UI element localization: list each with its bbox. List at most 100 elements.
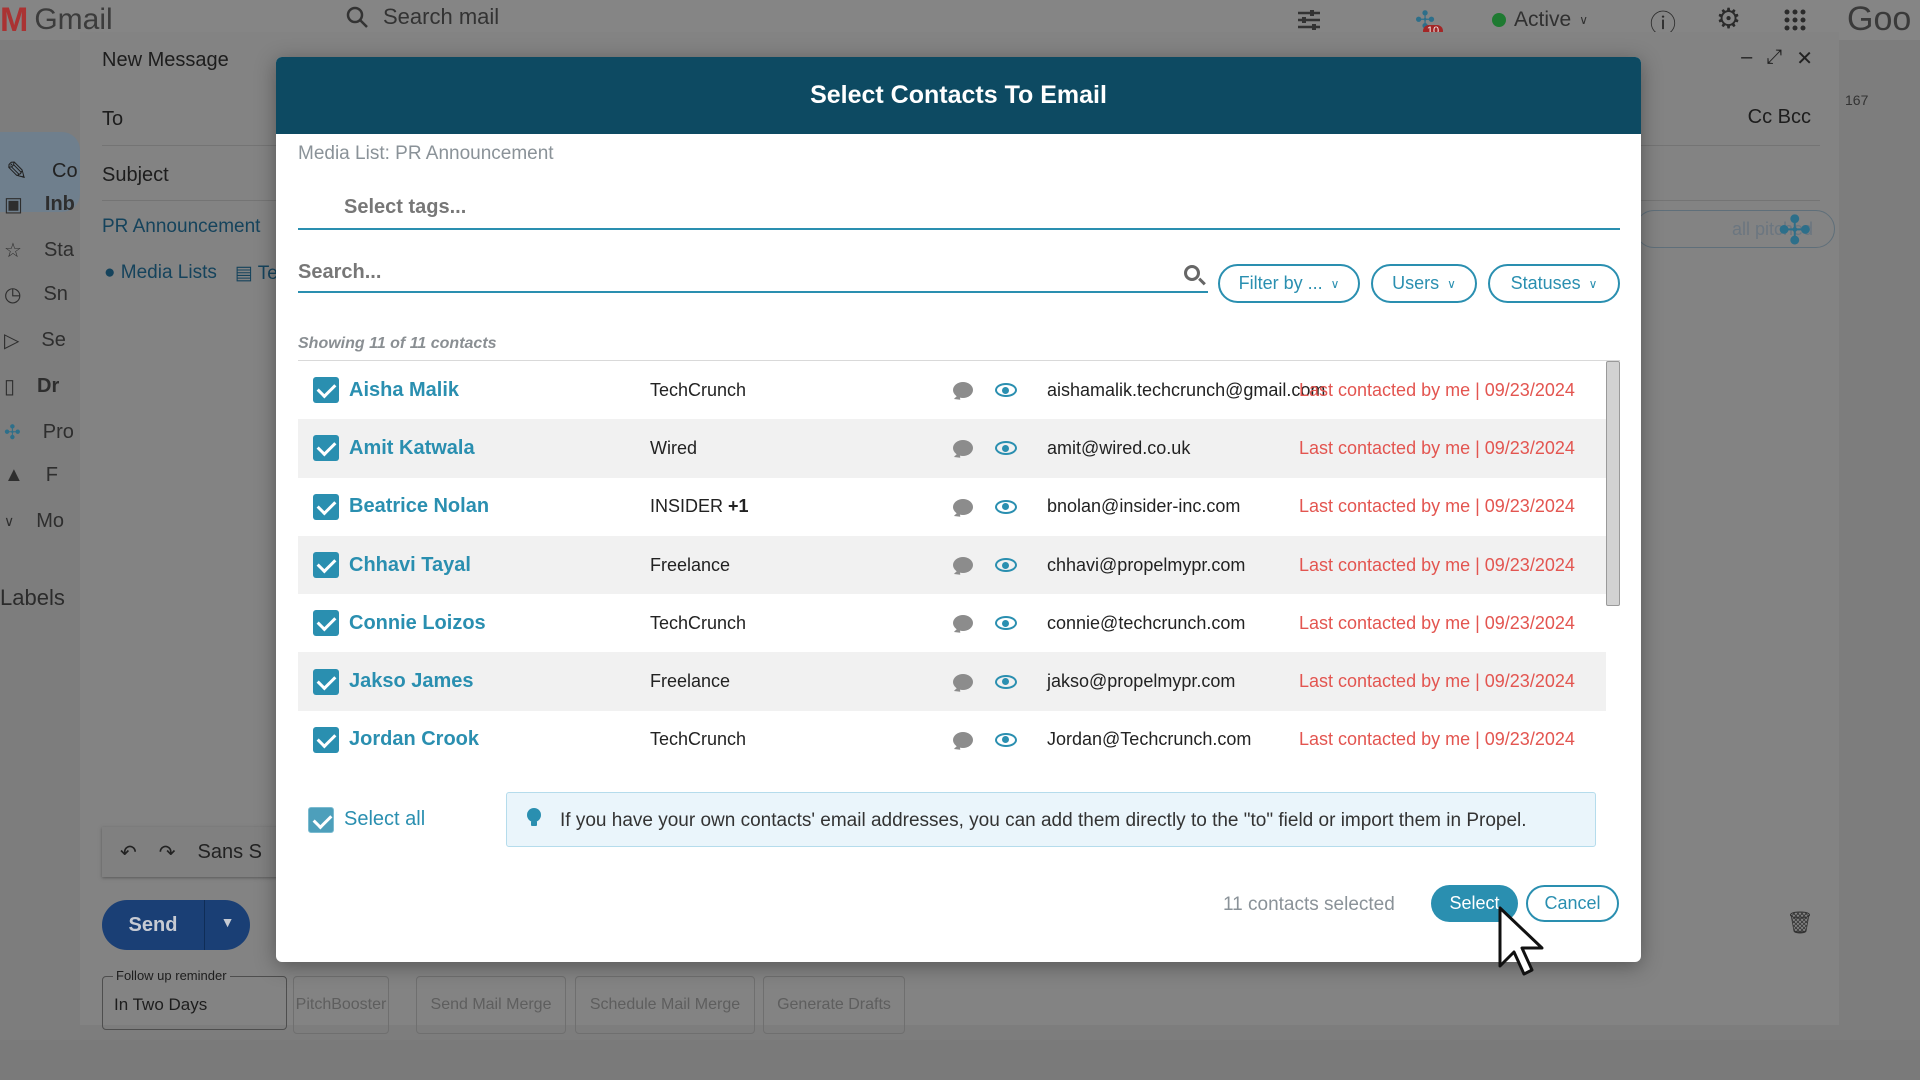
- eye-icon[interactable]: [995, 383, 1017, 398]
- gmail-m-icon: M: [0, 1, 29, 39]
- contact-checkbox[interactable]: [313, 435, 339, 462]
- generate-drafts-button[interactable]: Generate Drafts: [763, 976, 905, 1034]
- eye-icon[interactable]: [995, 558, 1017, 573]
- cancel-button[interactable]: Cancel: [1526, 885, 1619, 922]
- users-dropdown[interactable]: Users ∨: [1371, 264, 1477, 303]
- select-button[interactable]: Select: [1431, 885, 1518, 922]
- eye-icon[interactable]: [995, 441, 1017, 456]
- last-contacted: Last contacted by me | 09/23/2024: [1299, 379, 1575, 400]
- statuses-dropdown[interactable]: Statuses ∨: [1488, 264, 1620, 303]
- sidebar-item-inbox[interactable]: ▣ Inb: [4, 192, 75, 217]
- sidebar-item-label: Pro: [42, 421, 74, 443]
- chat-icon[interactable]: [953, 557, 973, 574]
- contact-email: jakso@propelmypr.com: [1047, 671, 1236, 692]
- contact-row[interactable]: Connie Loizos TechCrunch connie@techcrun…: [298, 594, 1606, 652]
- contact-name[interactable]: Connie Loizos: [349, 612, 486, 635]
- media-lists-link[interactable]: ● Media Lists: [104, 262, 217, 285]
- send-button[interactable]: Send ▼: [102, 900, 250, 950]
- sidebar-item-starred[interactable]: ☆ Sta: [4, 238, 74, 263]
- document-icon: ▤: [234, 263, 253, 284]
- chat-icon[interactable]: [953, 615, 973, 632]
- chevron-down-icon: ∨: [1330, 276, 1340, 291]
- contacts-scrollbar[interactable]: [1606, 361, 1620, 606]
- send-icon: ▷: [4, 330, 20, 352]
- showing-count: Showing 11 of 11 contacts: [298, 335, 497, 352]
- chat-icon[interactable]: [953, 498, 973, 515]
- contact-checkbox[interactable]: [313, 552, 339, 579]
- contact-row[interactable]: Beatrice Nolan INSIDER +1 bnolan@insider…: [298, 478, 1606, 536]
- bottom-band: [0, 1040, 1920, 1080]
- filter-by-dropdown[interactable]: Filter by ... ∨: [1218, 264, 1360, 303]
- send-options-dropdown[interactable]: ▼: [204, 900, 250, 950]
- sidebar-item-followups[interactable]: ▲ F: [4, 464, 58, 487]
- eye-icon[interactable]: [995, 499, 1017, 514]
- follow-up-reminder-select[interactable]: Follow up reminder In Two Days: [102, 968, 287, 1030]
- contact-name[interactable]: Jordan Crook: [349, 728, 479, 751]
- outlet-name: TechCrunch: [650, 379, 747, 400]
- eye-icon[interactable]: [995, 732, 1017, 747]
- contact-email: aishamalik.techcrunch@gmail.com: [1047, 379, 1326, 400]
- expand-icon[interactable]: ⤢: [1766, 46, 1782, 71]
- last-contacted: Last contacted by me | 09/23/2024: [1299, 437, 1575, 458]
- chat-icon[interactable]: [953, 440, 973, 457]
- select-all-checkbox[interactable]: [308, 807, 334, 833]
- contact-row[interactable]: Amit Katwala Wired amit@wired.co.uk Last…: [298, 419, 1606, 478]
- minimize-icon[interactable]: –: [1741, 46, 1752, 71]
- chat-icon[interactable]: [953, 731, 973, 748]
- contact-outlet: Freelance: [650, 671, 730, 692]
- contact-name[interactable]: Jakso James: [349, 670, 474, 693]
- tags-input[interactable]: [298, 187, 1620, 230]
- contact-checkbox[interactable]: [313, 668, 339, 695]
- select-all-label[interactable]: Select all: [344, 808, 425, 831]
- contact-row[interactable]: Chhavi Tayal Freelance chhavi@propelmypr…: [298, 535, 1606, 595]
- contacts-search-input[interactable]: [298, 253, 1208, 293]
- redo-icon[interactable]: ↷: [159, 840, 176, 865]
- contact-row[interactable]: Aisha Malik TechCrunch aishamalik.techcr…: [298, 361, 1606, 419]
- to-field-label[interactable]: To: [102, 108, 123, 131]
- sidebar-item-drafts[interactable]: ▯ Dr: [4, 374, 59, 399]
- contact-row[interactable]: Jakso James Freelance jakso@propelmypr.c…: [298, 652, 1606, 711]
- modal-title: Select Contacts To Email: [276, 57, 1641, 134]
- chat-icon[interactable]: [953, 382, 973, 399]
- chevron-down-icon: ∨: [4, 513, 15, 529]
- trash-icon[interactable]: 🗑: [1786, 910, 1814, 936]
- contact-name[interactable]: Amit Katwala: [349, 437, 475, 460]
- subject-field-label[interactable]: Subject: [102, 164, 169, 187]
- contact-email: connie@techcrunch.com: [1047, 612, 1246, 633]
- outlet-extra-count[interactable]: +1: [728, 496, 749, 516]
- sidebar-item-sent[interactable]: ▷ Se: [4, 328, 66, 353]
- sidebar-item-more[interactable]: ∨ Mo: [4, 510, 64, 533]
- cc-bcc-link[interactable]: Cc Bcc: [1748, 106, 1811, 129]
- sidebar-item-propel[interactable]: ✣ Pro: [4, 420, 74, 445]
- contact-checkbox[interactable]: [313, 493, 339, 520]
- contact-name[interactable]: Aisha Malik: [349, 379, 459, 402]
- active-status[interactable]: Active ∨: [1492, 8, 1588, 32]
- eye-icon[interactable]: [995, 674, 1017, 689]
- close-icon[interactable]: ✕: [1796, 46, 1813, 71]
- undo-icon[interactable]: ↶: [120, 840, 137, 865]
- contact-name[interactable]: Beatrice Nolan: [349, 495, 489, 518]
- templates-link[interactable]: ▤ Te: [235, 262, 278, 285]
- search-icon[interactable]: [1184, 265, 1200, 281]
- pinwheel-icon[interactable]: ✣: [1778, 208, 1812, 254]
- contact-checkbox[interactable]: [313, 610, 339, 637]
- gmail-search[interactable]: Search mail: [345, 4, 499, 30]
- chat-icon[interactable]: [953, 673, 973, 690]
- lightbulb-icon: [527, 808, 541, 826]
- pr-announcement-tag[interactable]: PR Announcement: [102, 216, 260, 238]
- schedule-mail-merge-button[interactable]: Schedule Mail Merge: [575, 976, 755, 1034]
- chevron-down-icon: ∨: [1447, 276, 1456, 291]
- contact-row[interactable]: Jordan Crook TechCrunch Jordan@Techcrunc…: [298, 711, 1606, 769]
- pitchbooster-button[interactable]: PitchBooster: [293, 976, 389, 1034]
- outlet-name: TechCrunch: [650, 612, 747, 633]
- gear-icon[interactable]: ⚙: [1716, 2, 1741, 35]
- send-mail-merge-button[interactable]: Send Mail Merge: [416, 976, 566, 1034]
- gmail-sidebar: ✎ Co ▣ Inb ☆ Sta ◷ Sn ▷ Se ▯ Dr ✣ Pro ▲ F ∨ Mo: [0, 60, 80, 620]
- font-selector[interactable]: Sans S: [198, 841, 262, 864]
- contact-name[interactable]: Chhavi Tayal: [349, 554, 471, 577]
- eye-icon[interactable]: [995, 616, 1017, 631]
- contact-checkbox[interactable]: [313, 377, 339, 404]
- propel-notifications[interactable]: ✣ 10: [1415, 6, 1444, 37]
- contact-checkbox[interactable]: [313, 726, 339, 753]
- sidebar-item-snoozed[interactable]: ◷ Sn: [4, 282, 68, 307]
